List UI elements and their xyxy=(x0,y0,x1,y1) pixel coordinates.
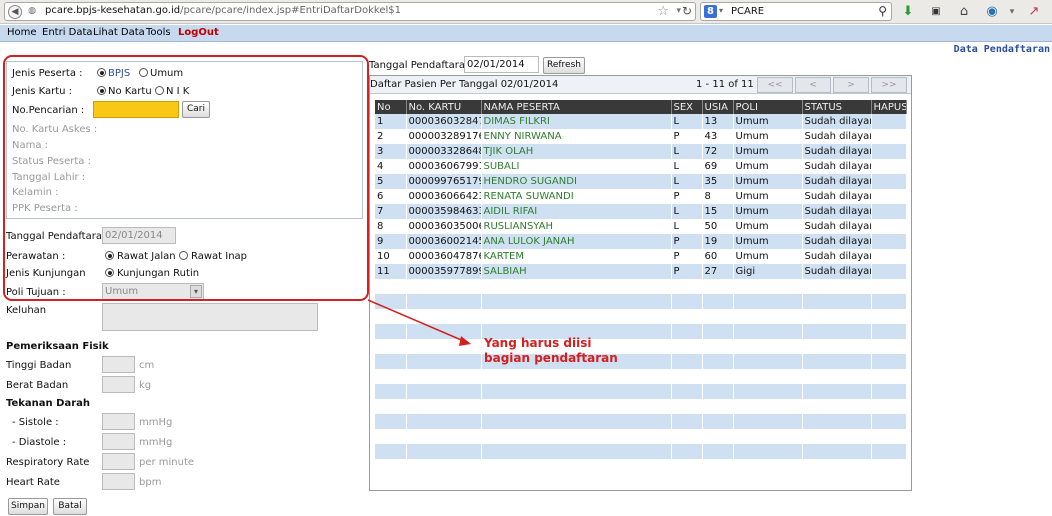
annotation-highlight-box xyxy=(3,55,369,301)
annotation-arrow-line xyxy=(367,299,467,343)
annotation-arrow-head xyxy=(459,336,471,346)
annotation-text-line2: bagian pendaftaran xyxy=(484,351,618,365)
annotation-overlay xyxy=(3,55,471,346)
annotation-text-line1: Yang harus diisi xyxy=(484,336,592,350)
